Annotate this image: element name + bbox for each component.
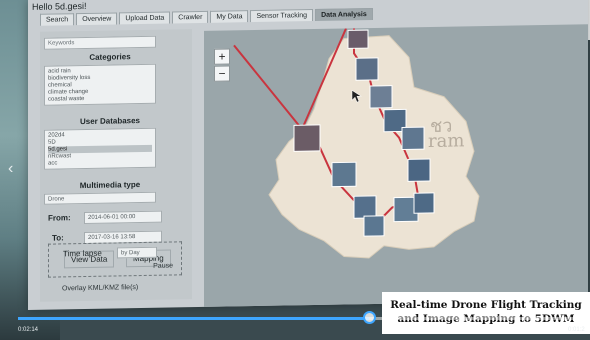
pause-button[interactable]: Pause bbox=[153, 262, 173, 269]
timelapse-box: Time lapse by Day Pause bbox=[48, 241, 182, 278]
tab-data-analysis[interactable]: Data Analysis bbox=[315, 7, 373, 21]
map-view[interactable]: + − ชว ram bbox=[204, 24, 588, 311]
video-seek-progress bbox=[18, 317, 369, 320]
greeting: Hello 5d.gesi! bbox=[32, 0, 87, 12]
video-duration: 0:01:2 bbox=[568, 327, 585, 333]
multimedia-type-select[interactable]: Drone bbox=[44, 191, 156, 205]
user-databases-title: User Databases bbox=[79, 116, 141, 127]
multimedia-title: Multimedia type bbox=[79, 180, 141, 191]
drone-image-thumb bbox=[413, 192, 435, 214]
drone-image-thumb bbox=[293, 124, 321, 152]
list-item[interactable]: coastal waste bbox=[48, 95, 152, 104]
zoom-in-button[interactable]: + bbox=[214, 48, 230, 65]
to-label: To: bbox=[52, 233, 64, 243]
tab-sensor-tracking[interactable]: Sensor Tracking bbox=[250, 9, 314, 23]
tab-search[interactable]: Search bbox=[40, 13, 75, 26]
tab-overview[interactable]: Overview bbox=[76, 12, 118, 26]
drone-image-thumb bbox=[407, 158, 431, 182]
chevron-left-icon[interactable]: ‹ bbox=[8, 160, 13, 178]
app-screen: Hello 5d.gesi! Search Overview Upload Da… bbox=[28, 0, 588, 311]
drone-image-thumb bbox=[353, 195, 377, 219]
tab-crawler[interactable]: Crawler bbox=[172, 10, 209, 24]
timelapse-interval-input[interactable]: by Day bbox=[117, 246, 157, 259]
keywords-input[interactable]: Keywords bbox=[44, 35, 156, 50]
drone-image-thumb bbox=[331, 161, 357, 188]
map-place-label: ram bbox=[428, 130, 465, 153]
video-caption: Real-time Drone Flight Tracking and Imag… bbox=[382, 292, 590, 334]
categories-title: Categories bbox=[89, 52, 131, 62]
from-label: From: bbox=[48, 213, 71, 223]
video-seek-handle[interactable] bbox=[363, 311, 376, 324]
tab-my-data[interactable]: My Data bbox=[210, 10, 249, 23]
drone-image-thumb bbox=[347, 29, 369, 49]
overlay-kml-label[interactable]: Overlay KML/KMZ file(s) bbox=[62, 284, 138, 292]
from-date-input[interactable]: 2014-06-01 00:00 bbox=[84, 210, 162, 225]
drone-image-thumb bbox=[369, 85, 393, 109]
video-elapsed-time: 0:02:14 bbox=[18, 327, 39, 333]
drone-image-thumb bbox=[363, 215, 385, 237]
drone-image-thumb bbox=[355, 57, 379, 81]
map-canvas bbox=[233, 28, 480, 259]
zoom-out-button[interactable]: − bbox=[214, 65, 230, 82]
drone-image-thumb bbox=[401, 126, 425, 150]
timelapse-label: Time lapse bbox=[63, 248, 102, 259]
categories-list[interactable]: acid rain biodiversity loss chemical cli… bbox=[44, 63, 156, 106]
user-databases-list[interactable]: 202d4 5D 5d.gesi nRcwast acc bbox=[44, 127, 156, 170]
caption-line: Real-time Drone Flight Tracking bbox=[390, 299, 582, 311]
tab-upload-data[interactable]: Upload Data bbox=[119, 11, 171, 25]
tab-bar: Search Overview Upload Data Crawler My D… bbox=[40, 7, 373, 26]
